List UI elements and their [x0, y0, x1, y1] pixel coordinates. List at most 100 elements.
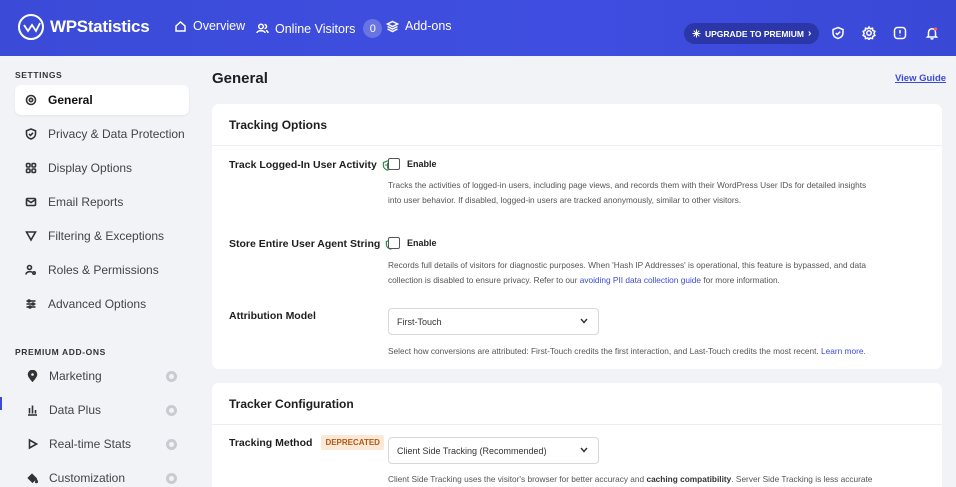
tracking-method-description: Client Side Tracking uses the visitor's … — [388, 472, 928, 487]
sidebar-item-general[interactable]: General — [15, 85, 189, 115]
attribution-description: Select how conversions are attributed: F… — [388, 344, 928, 359]
chevron-right-icon: › — [808, 28, 812, 39]
description-line: Records full details of visitors for dia… — [388, 260, 867, 270]
brand-name: WPStatistics — [50, 17, 150, 36]
settings-sidebar: SETTINGS General Privacy & Data Protecti… — [0, 56, 196, 487]
view-guide-link[interactable]: View Guide — [895, 73, 946, 84]
sidebar-addon-customization[interactable]: Customization — [15, 463, 189, 487]
online-visitors-count-badge: 0 — [363, 19, 383, 38]
sidebar-item-label: Email Reports — [48, 195, 124, 209]
tracking-method-label: Tracking Method DEPRECATED — [229, 435, 384, 450]
sidebar-item-label: Data Plus — [49, 403, 102, 417]
description-text: . Server Side Tracking is less accurate — [731, 474, 873, 484]
bar-chart-icon — [28, 405, 37, 416]
sidebar-addon-realtime-stats[interactable]: Real-time Stats — [15, 429, 189, 459]
user-agent-toggle[interactable]: Enable — [388, 237, 437, 249]
tracking-method-value: Client Side Tracking (Recommended) — [397, 445, 547, 456]
top-navigation-bar: WPStatistics Overview Online Visitors 0 … — [0, 0, 956, 56]
lock-badge-icon — [166, 371, 177, 382]
description-line: into user behavior. If disabled, logged-… — [388, 195, 742, 205]
upgrade-to-premium-button[interactable]: UPGRADE TO PREMIUM › — [684, 23, 820, 44]
deprecated-badge: DEPRECATED — [321, 435, 384, 450]
learn-more-link[interactable]: Learn more. — [821, 346, 866, 356]
marker-icon — [27, 370, 38, 382]
sidebar-item-label: Display Options — [48, 161, 133, 175]
description-text: Select how conversions are attributed: F… — [388, 346, 822, 356]
user-agent-checkbox[interactable] — [388, 237, 400, 249]
description-line: collection is disabled to ensure privacy… — [388, 273, 928, 288]
tracking-method-select[interactable]: Client Side Tracking (Recommended) — [388, 437, 599, 464]
track-logged-in-label: Track Logged-In User Activity — [229, 159, 393, 171]
sidebar-item-label: Roles & Permissions — [48, 263, 159, 277]
layers-icon — [386, 20, 399, 32]
track-logged-in-label-text: Track Logged-In User Activity — [229, 159, 377, 171]
description-text: Client Side Tracking uses the visitor's … — [388, 474, 647, 484]
chevron-down-icon — [580, 447, 588, 453]
lock-badge-icon — [166, 473, 177, 484]
track-logged-in-toggle[interactable]: Enable — [388, 158, 437, 170]
sidebar-item-label: Filtering & Exceptions — [48, 229, 165, 243]
sidebar-item-privacy[interactable]: Privacy & Data Protection — [15, 119, 189, 149]
user-agent-description: Records full details of visitors for dia… — [388, 258, 928, 288]
premium-add-ons-heading: PREMIUM ADD-ONS — [15, 347, 106, 357]
logo-mark-icon — [18, 14, 44, 40]
sidebar-item-label: Advanced Options — [48, 297, 147, 311]
attribution-model-label: Attribution Model — [229, 310, 316, 322]
gear-icon — [25, 94, 37, 106]
sidebar-item-label: Customization — [49, 471, 126, 485]
chevron-down-icon — [580, 318, 588, 324]
track-logged-in-description: Tracks the activities of logged-in users… — [388, 178, 928, 208]
upgrade-label: UPGRADE TO PREMIUM — [705, 28, 805, 39]
home-icon — [175, 20, 186, 32]
sidebar-item-label: Real-time Stats — [49, 437, 132, 451]
settings-heading: SETTINGS — [15, 70, 63, 80]
attribution-model-value: First-Touch — [397, 316, 442, 327]
paint-bucket-icon — [27, 473, 38, 484]
sidebar-item-display-options[interactable]: Display Options — [15, 153, 189, 183]
nav-overview-label: Overview — [193, 19, 246, 33]
filter-icon — [25, 231, 37, 242]
gear-icon[interactable] — [862, 25, 878, 42]
brand-logo[interactable]: WPStatistics — [18, 14, 150, 40]
tracker-configuration-heading: Tracker Configuration — [212, 383, 942, 425]
description-text: collection is disabled to ensure privacy… — [388, 275, 580, 285]
sparkle-icon — [692, 29, 701, 38]
shield-icon — [25, 128, 37, 140]
sidebar-item-email-reports[interactable]: Email Reports — [15, 187, 189, 217]
tracker-configuration-card: Tracker Configuration Tracking Method DE… — [212, 383, 942, 487]
sidebar-item-label: Privacy & Data Protection — [48, 127, 185, 141]
sidebar-item-label: General — [48, 93, 93, 107]
attribution-model-label-text: Attribution Model — [229, 310, 316, 322]
description-line: Tracks the activities of logged-in users… — [388, 180, 867, 190]
user-key-icon — [25, 264, 37, 276]
envelope-icon — [25, 197, 37, 207]
shield-check-icon[interactable] — [831, 26, 847, 42]
description-text: for more information. — [701, 275, 780, 285]
pii-guide-link[interactable]: avoiding PII data collection guide — [580, 275, 701, 285]
tracking-method-label-text: Tracking Method — [229, 436, 313, 449]
sidebar-item-roles[interactable]: Roles & Permissions — [15, 255, 189, 285]
page-title: General — [212, 70, 268, 87]
sliders-icon — [26, 299, 36, 309]
description-bold-text: caching compatibility — [646, 474, 732, 484]
sidebar-addon-marketing[interactable]: Marketing — [15, 361, 189, 391]
sidebar-addon-data-plus[interactable]: Data Plus — [15, 395, 189, 425]
enable-label: Enable — [407, 159, 437, 169]
track-logged-in-checkbox[interactable] — [388, 158, 400, 170]
attribution-model-select[interactable]: First-Touch — [388, 308, 599, 335]
nav-add-ons[interactable]: Add-ons — [386, 19, 452, 33]
tracking-options-heading: Tracking Options — [212, 104, 942, 146]
sidebar-item-advanced-options[interactable]: Advanced Options — [15, 289, 189, 319]
tracking-options-card: Tracking Options Track Logged-In User Ac… — [212, 104, 942, 369]
sidebar-item-filtering[interactable]: Filtering & Exceptions — [15, 221, 189, 251]
nav-online-visitors[interactable]: Online Visitors 0 — [256, 19, 383, 38]
info-icon[interactable] — [893, 26, 909, 42]
user-agent-label: Store Entire User Agent String — [229, 238, 396, 250]
bell-icon[interactable] — [925, 26, 941, 42]
grid-icon — [25, 162, 37, 174]
lock-badge-icon — [166, 439, 177, 450]
lock-badge-icon — [166, 405, 177, 416]
nav-overview[interactable]: Overview — [174, 19, 245, 33]
nav-online-visitors-label: Online Visitors — [275, 21, 356, 36]
sidebar-item-label: Marketing — [49, 369, 102, 383]
